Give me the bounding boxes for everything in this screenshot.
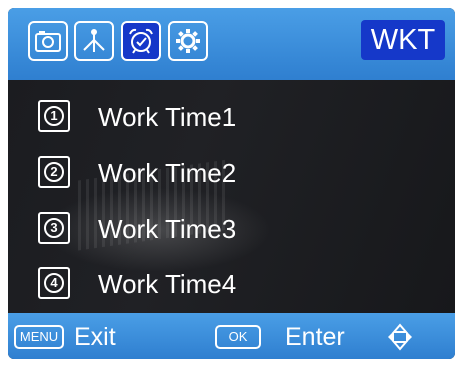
list-item-work-time-1[interactable]: 1 Work Time1 (8, 88, 455, 146)
top-tab-bar: WKT (8, 8, 455, 80)
list-item-work-time-2[interactable]: 2 Work Time2 (8, 144, 455, 202)
camera-icon (35, 31, 61, 52)
antenna-icon (83, 29, 105, 52)
list-item-label: Work Time2 (98, 158, 237, 188)
navigation-arrows-icon (388, 323, 412, 351)
enter-label: Enter (285, 323, 345, 351)
list-item-label: Work Time1 (98, 102, 237, 132)
ok-key[interactable]: OK (215, 325, 261, 349)
work-time-menu: 1 Work Time1 2 Work Time2 3 Work Time3 4… (8, 80, 455, 313)
menu-key[interactable]: MENU (14, 325, 64, 349)
list-item-label: Work Time3 (98, 214, 237, 244)
list-item-work-time-4[interactable]: 4 Work Time4 (8, 255, 455, 313)
list-item-work-time-3[interactable]: 3 Work Time3 (8, 200, 455, 258)
tab-network[interactable] (74, 21, 114, 61)
number-1-icon: 1 (38, 100, 70, 132)
exit-label: Exit (74, 323, 116, 351)
bottom-hint-bar: MENU Exit OK Enter (8, 313, 455, 359)
tab-settings[interactable] (168, 21, 208, 61)
list-item-label: Work Time4 (98, 269, 237, 299)
number-4-icon: 4 (38, 267, 70, 299)
mode-badge: WKT (361, 20, 445, 60)
number-2-icon: 2 (38, 156, 70, 188)
gear-icon (176, 29, 200, 53)
number-3-icon: 3 (38, 212, 70, 244)
tab-work-time[interactable] (121, 21, 161, 61)
tab-camera[interactable] (28, 21, 68, 61)
alarm-clock-icon (129, 28, 153, 54)
camera-screen: WKT 1 Work Time1 2 Work Time2 3 Work Tim… (8, 8, 455, 359)
